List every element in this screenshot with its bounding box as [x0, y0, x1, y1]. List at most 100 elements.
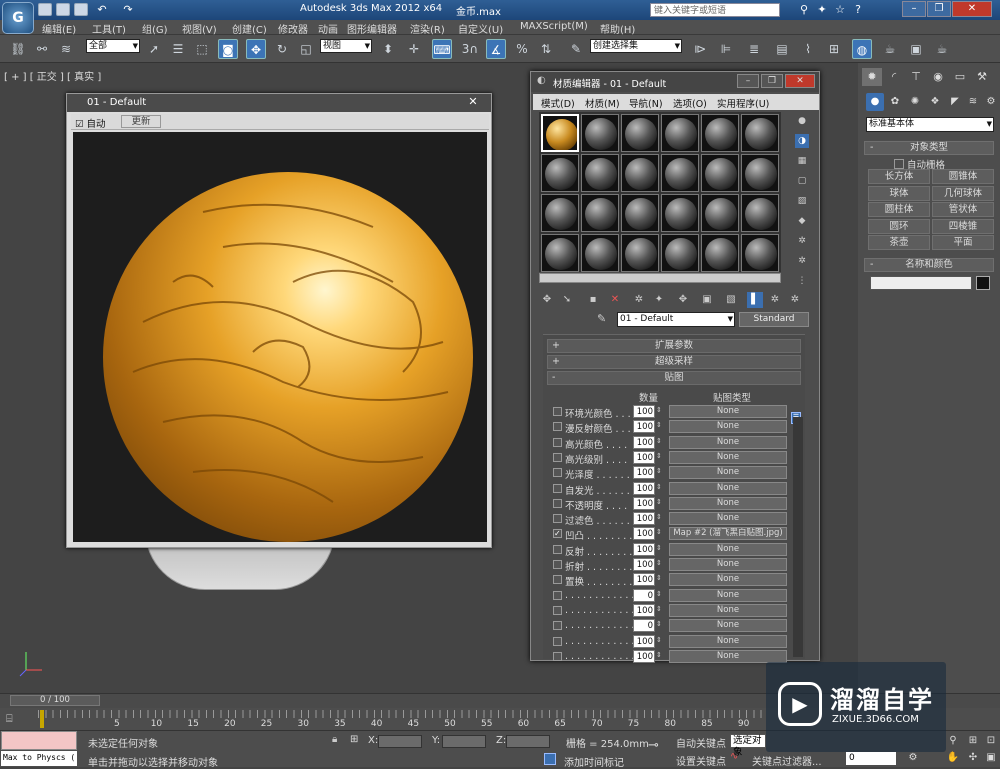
- curve-editor-icon[interactable]: ⌇: [798, 39, 818, 59]
- set-key-button[interactable]: 设置关键点: [676, 753, 726, 768]
- spinner-snap-icon[interactable]: ⇅: [536, 39, 556, 59]
- motion-tab-icon[interactable]: ◉: [928, 68, 948, 86]
- map-enable-checkbox[interactable]: ✓: [553, 529, 562, 539]
- map-amount-input[interactable]: 100: [633, 496, 655, 510]
- key-filters-button[interactable]: 关键点过滤器...: [752, 753, 822, 768]
- material-slot[interactable]: [581, 154, 619, 192]
- map-amount-input[interactable]: 100: [633, 466, 655, 480]
- object-color-swatch[interactable]: [976, 276, 990, 290]
- me-menu-utilities[interactable]: 实用程序(U): [717, 96, 769, 110]
- named-selection-dropdown[interactable]: 创建选择集: [590, 39, 682, 53]
- create-tab-icon[interactable]: ✹: [862, 68, 882, 86]
- render-close-button[interactable]: ✕: [461, 95, 485, 109]
- map-slot-button[interactable]: None: [669, 405, 787, 418]
- maxscript-mini-listener[interactable]: Max to Physcs (: [1, 751, 77, 766]
- render-icon[interactable]: ☕: [932, 39, 952, 59]
- make-copy-icon[interactable]: ✲: [631, 292, 647, 308]
- percent-snap-icon[interactable]: %: [512, 39, 532, 59]
- help-icon[interactable]: ?: [850, 2, 866, 18]
- update-button[interactable]: 更新: [121, 115, 161, 128]
- map-enable-checkbox[interactable]: [553, 437, 562, 447]
- material-map-navigator-icon[interactable]: ⋮: [795, 274, 809, 288]
- map-slot-button[interactable]: None: [669, 512, 787, 526]
- rendered-frame-icon[interactable]: ▣: [906, 39, 926, 59]
- material-slot[interactable]: [701, 114, 739, 152]
- put-to-library-icon[interactable]: ✥: [675, 292, 691, 308]
- amount-spinner-icon[interactable]: ⇕: [656, 574, 662, 582]
- object-type-button[interactable]: 茶壶: [868, 235, 930, 250]
- y-coordinate-field[interactable]: [442, 735, 486, 748]
- map-enable-checkbox[interactable]: [553, 422, 562, 432]
- amount-spinner-icon[interactable]: ⇕: [656, 406, 662, 414]
- unlink-icon[interactable]: ⚯: [32, 39, 52, 59]
- make-preview-icon[interactable]: ◆: [795, 214, 809, 228]
- material-slot[interactable]: [621, 154, 659, 192]
- select-move-icon[interactable]: ✥: [246, 39, 266, 59]
- object-type-rollout[interactable]: - 对象类型: [864, 141, 994, 155]
- amount-spinner-icon[interactable]: ⇕: [656, 498, 662, 506]
- spacewarps-category-icon[interactable]: ≋: [964, 93, 982, 111]
- map-slot-button[interactable]: None: [669, 573, 787, 587]
- track-bar-menu-icon[interactable]: ⌸: [6, 712, 26, 726]
- align-icon[interactable]: ⊫: [716, 39, 736, 59]
- zoom-icon[interactable]: ⚲: [946, 734, 960, 748]
- map-amount-input[interactable]: 100: [633, 420, 655, 434]
- map-amount-input[interactable]: 0: [633, 619, 655, 633]
- amount-spinner-icon[interactable]: ⇕: [656, 483, 662, 491]
- me-menu-options[interactable]: 选项(O): [673, 96, 707, 110]
- material-slot[interactable]: [701, 234, 739, 272]
- maximize-button[interactable]: ❐: [927, 1, 951, 17]
- go-to-parent-icon[interactable]: ✲: [767, 292, 783, 308]
- save-icon[interactable]: [74, 3, 88, 16]
- map-enable-checkbox[interactable]: [553, 407, 562, 416]
- object-type-button[interactable]: 管状体: [932, 202, 994, 217]
- x-coordinate-field[interactable]: [378, 735, 422, 748]
- map-amount-input[interactable]: 100: [633, 435, 655, 449]
- layer-manager-icon[interactable]: ≣: [744, 39, 764, 59]
- map-amount-input[interactable]: 100: [633, 527, 655, 541]
- map-slot-button[interactable]: Map #2 (溜飞黑白贴图.jpg): [669, 527, 787, 541]
- object-type-button[interactable]: 平面: [932, 235, 994, 250]
- backlight-icon[interactable]: ◑: [795, 134, 809, 148]
- application-button[interactable]: G: [2, 2, 34, 34]
- map-amount-input[interactable]: 100: [633, 542, 655, 556]
- binoculars-icon[interactable]: ⚲: [796, 2, 812, 18]
- search-input[interactable]: 键入关键字或短语: [650, 3, 780, 17]
- render-setup-icon[interactable]: ☕: [880, 39, 900, 59]
- menu-help[interactable]: 帮助(H): [600, 21, 635, 36]
- object-type-button[interactable]: 球体: [868, 185, 930, 201]
- amount-spinner-icon[interactable]: ⇕: [656, 421, 662, 429]
- angle-snap-icon[interactable]: ∡: [486, 39, 506, 59]
- object-category-dropdown[interactable]: 标准基本体: [866, 117, 994, 132]
- menu-group[interactable]: 组(G): [142, 21, 168, 36]
- time-config-icon[interactable]: ⚙: [906, 751, 920, 765]
- menu-maxscript[interactable]: MAXScript(M): [520, 21, 588, 32]
- maximize-viewport-icon[interactable]: ▣: [984, 751, 998, 765]
- active-material-slot[interactable]: [541, 114, 579, 152]
- background-icon[interactable]: ▦: [795, 154, 809, 168]
- orbit-icon[interactable]: ✣: [966, 751, 980, 765]
- amount-spinner-icon[interactable]: ⇕: [656, 437, 662, 445]
- map-amount-input[interactable]: 100: [633, 634, 655, 648]
- schematic-icon[interactable]: ⊞: [824, 39, 844, 59]
- material-slot[interactable]: [661, 154, 699, 192]
- material-slot[interactable]: [661, 114, 699, 152]
- material-slot[interactable]: [661, 194, 699, 232]
- rollout-extended-params[interactable]: + 扩展参数: [547, 339, 801, 353]
- get-material-icon[interactable]: ✥: [539, 292, 555, 308]
- object-type-button[interactable]: 四棱锥: [932, 218, 994, 234]
- map-slot-button[interactable]: None: [669, 603, 787, 617]
- modify-tab-icon[interactable]: ◜: [884, 68, 904, 86]
- auto-checkbox[interactable]: ☑ 自动: [75, 116, 106, 130]
- select-object-icon[interactable]: ➚: [144, 39, 164, 59]
- current-frame-input[interactable]: 0: [846, 752, 896, 765]
- geometry-category-icon[interactable]: ●: [866, 93, 884, 111]
- edit-named-selection-icon[interactable]: ✎: [566, 39, 586, 59]
- map-slot-button[interactable]: None: [669, 649, 787, 663]
- material-editor-header[interactable]: ◐ 材质编辑器 - 01 - Default – ❐ ✕: [531, 72, 819, 92]
- keyboard-shortcut-icon[interactable]: ⌨: [432, 39, 452, 59]
- material-slot[interactable]: [661, 234, 699, 272]
- menu-graph-editors[interactable]: 图形编辑器: [347, 21, 397, 36]
- object-type-button[interactable]: 圆锥体: [932, 169, 994, 184]
- select-by-name-icon[interactable]: ☰: [168, 39, 188, 59]
